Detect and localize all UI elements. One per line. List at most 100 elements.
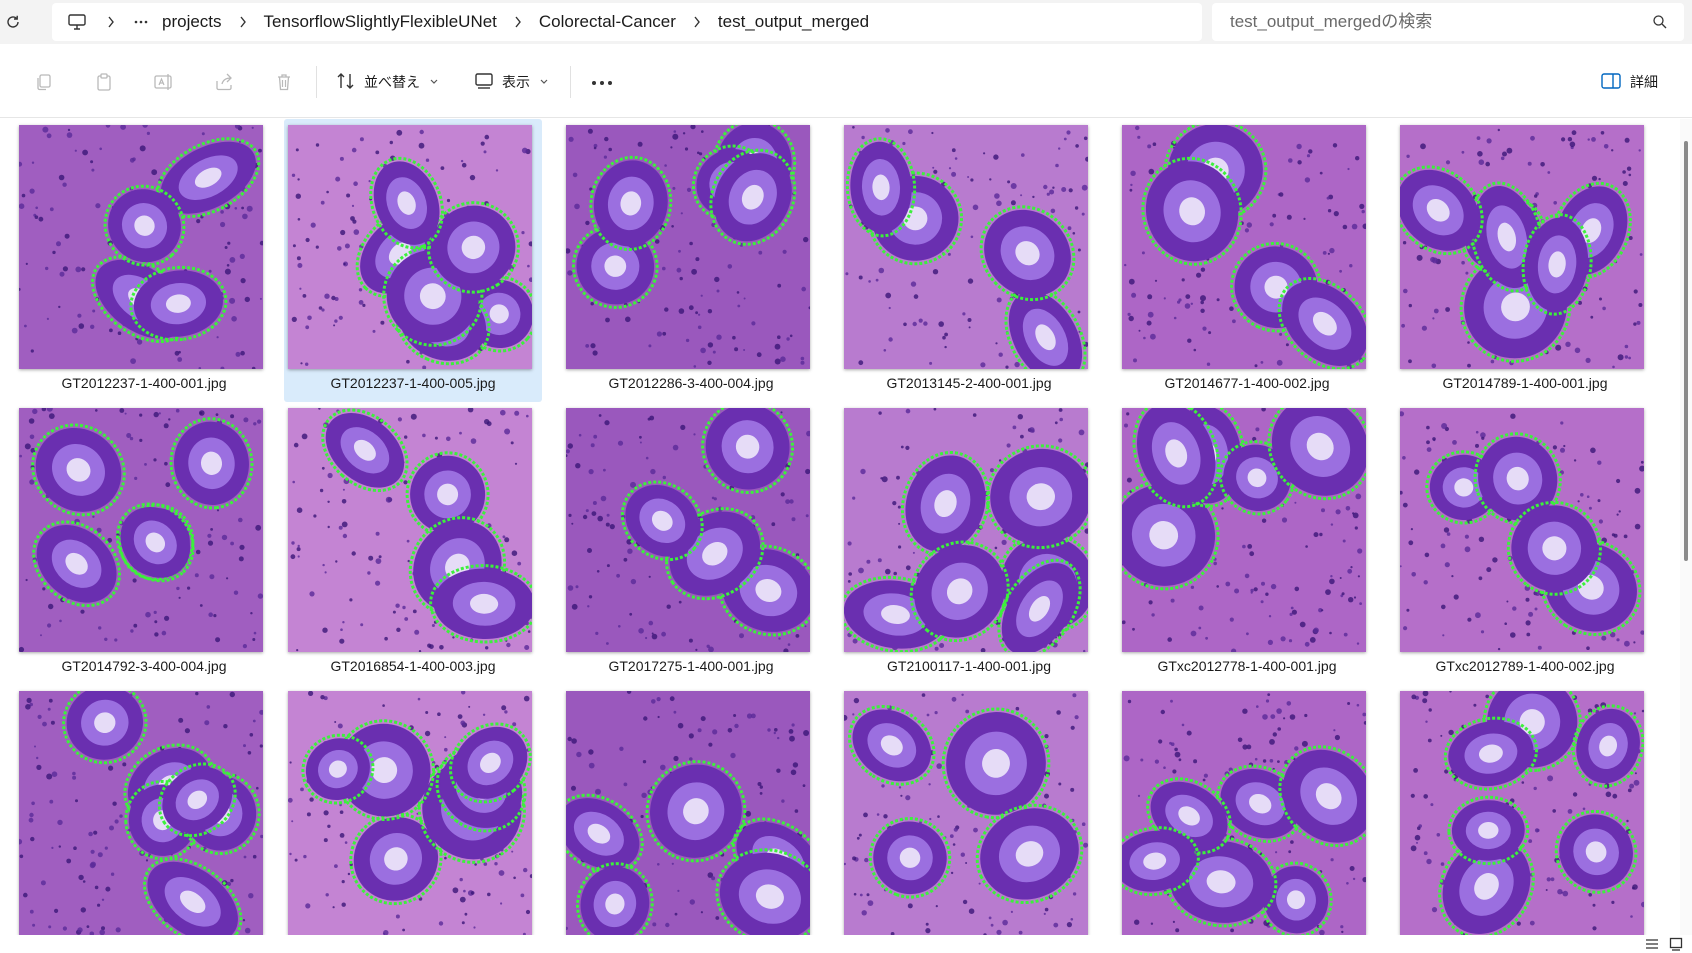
file-name[interactable]: GT2100117-1-400-001.jpg	[840, 658, 1098, 674]
histology-image	[19, 691, 263, 935]
copy-icon[interactable]	[32, 70, 56, 94]
more-icon	[591, 73, 613, 91]
histology-image	[288, 125, 532, 369]
file-name[interactable]: GT2013145-2-400-001.jpg	[840, 375, 1098, 391]
search-box[interactable]	[1212, 3, 1684, 41]
sort-button[interactable]: 並べ替え	[330, 64, 444, 100]
toolbar-divider	[570, 66, 571, 98]
file-item[interactable]: GTxc2012789-1-400-002.jpg	[1396, 402, 1654, 685]
breadcrumb-item-current[interactable]: test_output_merged	[712, 3, 875, 41]
file-name[interactable]: GT2016854-1-400-003.jpg	[284, 658, 542, 674]
file-name[interactable]: GT2014792-3-400-004.jpg	[15, 658, 273, 674]
chevron-down-icon	[540, 77, 548, 87]
file-item[interactable]	[562, 685, 820, 935]
search-icon[interactable]	[1652, 14, 1668, 30]
file-item[interactable]: GT2016854-1-400-003.jpg	[284, 402, 542, 685]
histology-image	[566, 125, 810, 369]
file-thumbnail[interactable]	[288, 691, 532, 935]
breadcrumb[interactable]: projects TensorflowSlightlyFlexibleUNet …	[52, 3, 1202, 41]
status-bar	[0, 935, 1692, 953]
search-input[interactable]	[1212, 12, 1632, 32]
file-thumbnail[interactable]	[566, 408, 810, 652]
histology-image	[566, 408, 810, 652]
histology-image	[1122, 691, 1366, 935]
file-name[interactable]: GT2014789-1-400-001.jpg	[1396, 375, 1654, 391]
histology-image	[844, 408, 1088, 652]
command-bar: 並べ替え 表示 詳細	[0, 46, 1692, 118]
breadcrumb-item-unet[interactable]: TensorflowSlightlyFlexibleUNet	[258, 3, 503, 41]
file-item[interactable]	[15, 685, 273, 935]
monitor-icon[interactable]	[58, 3, 96, 41]
file-name[interactable]: GT2012286-3-400-004.jpg	[562, 375, 820, 391]
file-item[interactable]: GT2012286-3-400-004.jpg	[562, 119, 820, 402]
file-thumbnail[interactable]	[566, 125, 810, 369]
details-view-icon[interactable]	[1644, 936, 1660, 952]
address-row: projects TensorflowSlightlyFlexibleUNet …	[0, 0, 1692, 44]
file-name[interactable]: GTxc2012778-1-400-001.jpg	[1118, 658, 1376, 674]
details-label: 詳細	[1630, 74, 1658, 90]
file-thumbnail[interactable]	[844, 408, 1088, 652]
chevron-down-icon	[430, 77, 438, 87]
file-item[interactable]: GT2100117-1-400-001.jpg	[840, 402, 1098, 685]
file-name[interactable]: GT2014677-1-400-002.jpg	[1118, 375, 1376, 391]
view-button[interactable]: 表示	[468, 64, 554, 100]
file-thumbnail[interactable]	[19, 408, 263, 652]
file-item[interactable]	[1118, 685, 1376, 935]
file-thumbnail[interactable]	[19, 691, 263, 935]
sort-icon	[336, 72, 356, 93]
file-thumbnail[interactable]	[1400, 125, 1644, 369]
histology-image	[288, 691, 532, 935]
file-item[interactable]: GT2014789-1-400-001.jpg	[1396, 119, 1654, 402]
histology-image	[844, 125, 1088, 369]
view-icon	[474, 72, 494, 93]
file-item[interactable]: GT2012237-1-400-001.jpg	[15, 119, 273, 402]
sort-label: 並べ替え	[364, 74, 420, 90]
breadcrumb-item-projects[interactable]: projects	[156, 3, 228, 41]
file-item[interactable]: GT2013145-2-400-001.jpg	[840, 119, 1098, 402]
file-item[interactable]: GT2014677-1-400-002.jpg	[1118, 119, 1376, 402]
more-options-button[interactable]	[586, 64, 618, 100]
histology-image	[566, 691, 810, 935]
breadcrumb-item-colorectal[interactable]: Colorectal-Cancer	[533, 3, 682, 41]
paste-icon[interactable]	[92, 70, 116, 94]
file-name[interactable]: GTxc2012789-1-400-002.jpg	[1396, 658, 1654, 674]
view-label: 表示	[502, 74, 530, 90]
file-thumbnail[interactable]	[844, 125, 1088, 369]
file-thumbnail[interactable]	[1122, 408, 1366, 652]
file-item[interactable]: GT2017275-1-400-001.jpg	[562, 402, 820, 685]
share-icon[interactable]	[212, 70, 236, 94]
file-item[interactable]: GT2014792-3-400-004.jpg	[15, 402, 273, 685]
rename-icon[interactable]	[152, 70, 176, 94]
refresh-icon[interactable]	[0, 7, 26, 37]
file-name[interactable]: GT2012237-1-400-001.jpg	[15, 375, 273, 391]
more-icon[interactable]	[126, 3, 156, 41]
trash-icon[interactable]	[272, 70, 296, 94]
file-thumbnail[interactable]	[566, 691, 810, 935]
histology-image	[1400, 691, 1644, 935]
vertical-scrollbar[interactable]	[1680, 119, 1692, 935]
details-button[interactable]: 詳細	[1600, 64, 1658, 100]
file-name[interactable]: GT2017275-1-400-001.jpg	[562, 658, 820, 674]
file-item[interactable]: GTxc2012778-1-400-001.jpg	[1118, 402, 1376, 685]
file-item[interactable]	[284, 685, 542, 935]
file-thumbnail[interactable]	[844, 691, 1088, 935]
file-item[interactable]: GT2012237-1-400-005.jpg	[284, 119, 542, 402]
chevron-right-icon[interactable]	[503, 3, 533, 41]
file-grid: GT2012237-1-400-001.jpg GT2012237-1-400-0…	[0, 119, 1680, 935]
file-item[interactable]	[1396, 685, 1654, 935]
file-name[interactable]: GT2012237-1-400-005.jpg	[284, 375, 542, 391]
file-thumbnail[interactable]	[288, 125, 532, 369]
large-icons-view-icon[interactable]	[1668, 936, 1684, 952]
chevron-right-icon[interactable]	[96, 3, 126, 41]
file-thumbnail[interactable]	[19, 125, 263, 369]
file-thumbnail[interactable]	[1122, 691, 1366, 935]
chevron-right-icon[interactable]	[682, 3, 712, 41]
chevron-right-icon[interactable]	[228, 3, 258, 41]
scrollbar-thumb[interactable]	[1684, 141, 1688, 561]
file-item[interactable]	[840, 685, 1098, 935]
file-thumbnail[interactable]	[1400, 408, 1644, 652]
file-thumbnail[interactable]	[1122, 125, 1366, 369]
file-thumbnail[interactable]	[1400, 691, 1644, 935]
file-thumbnail[interactable]	[288, 408, 532, 652]
toolbar-divider	[316, 66, 317, 98]
